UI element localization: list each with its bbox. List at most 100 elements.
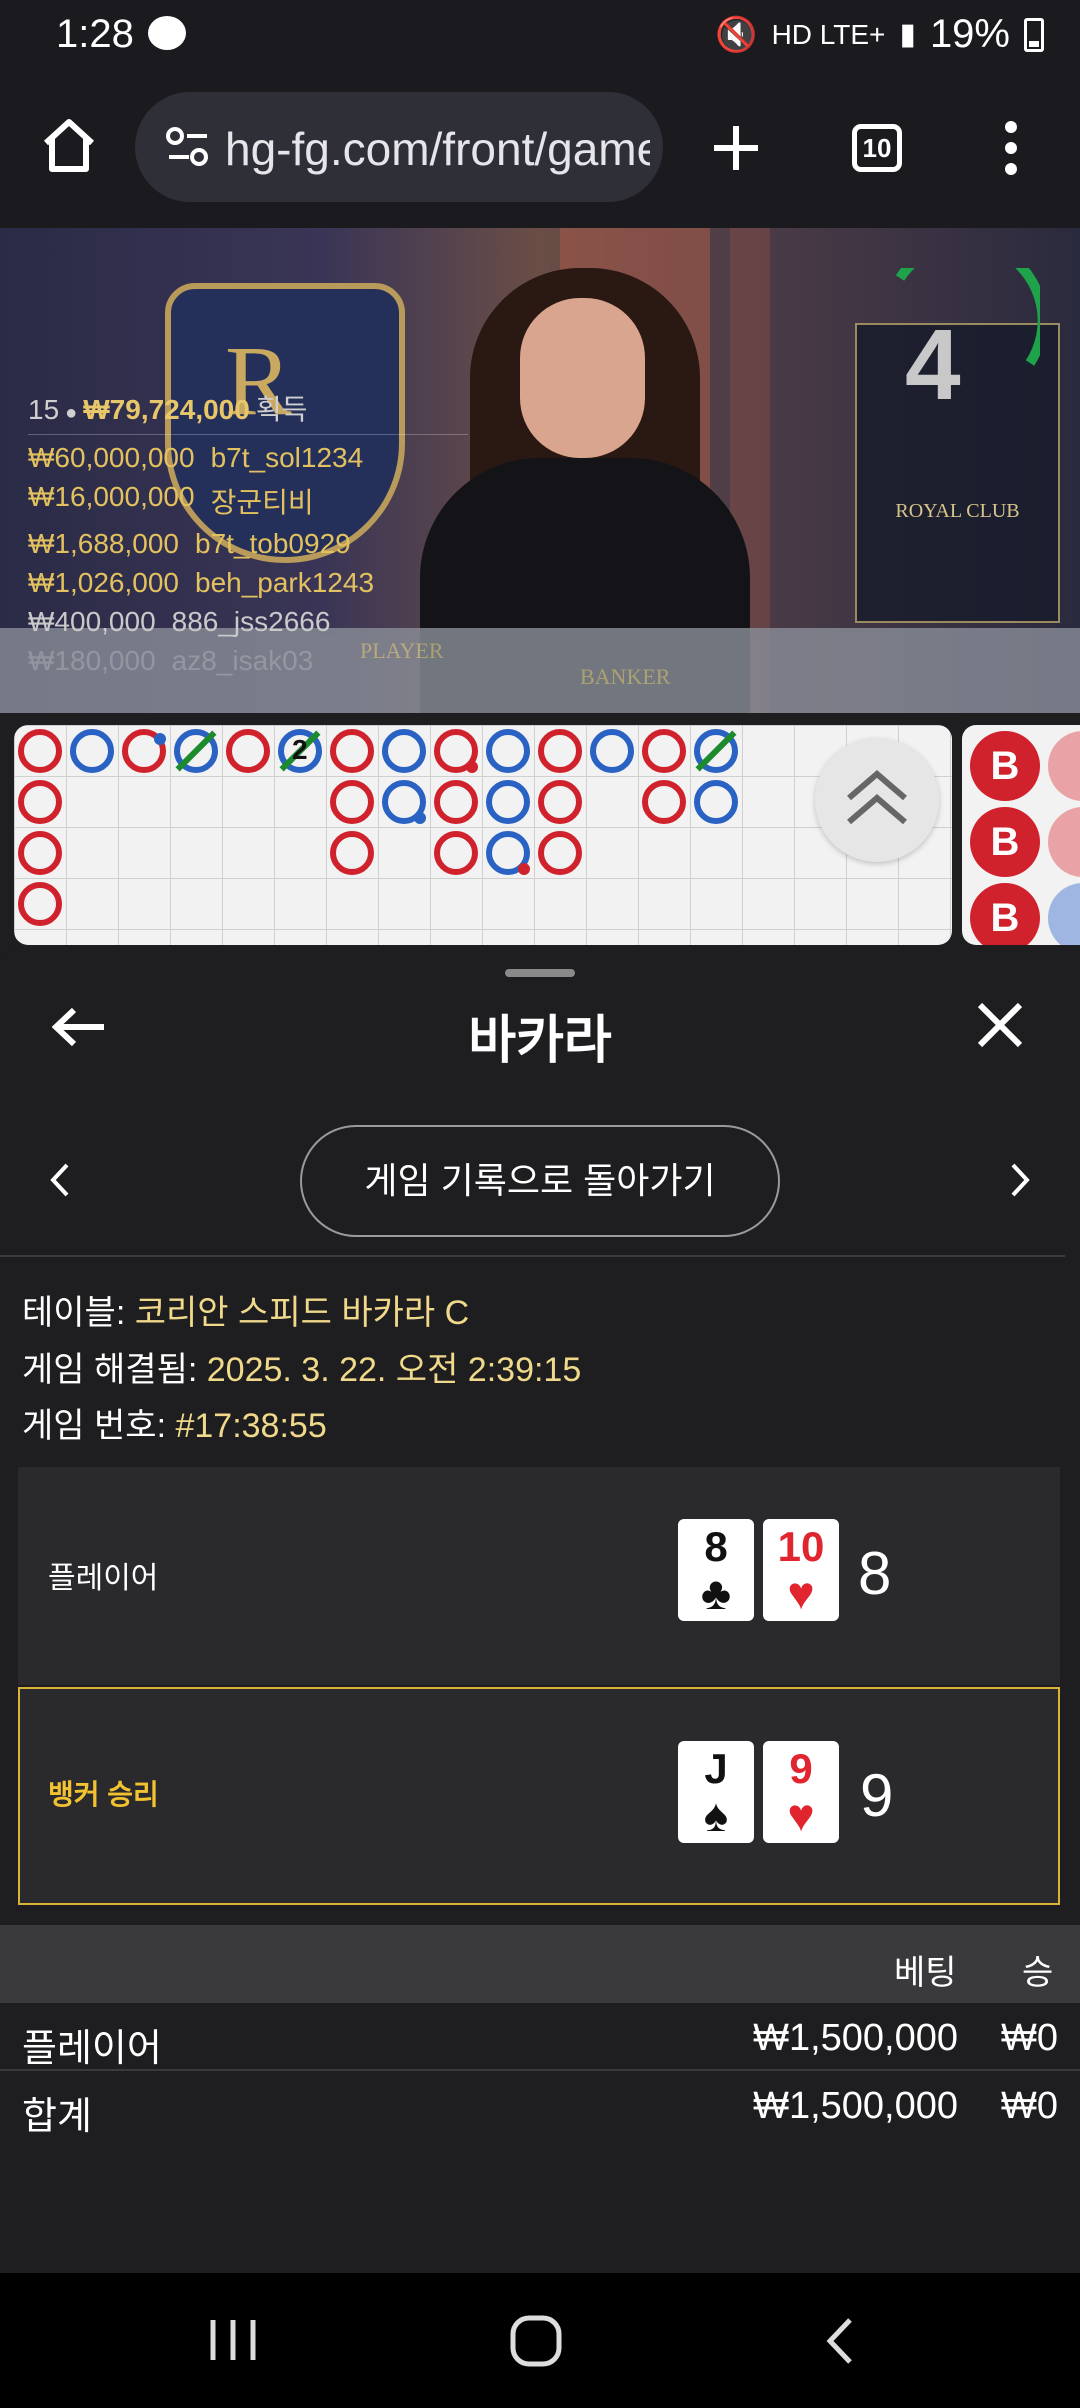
column-bet: 베팅 <box>894 1954 957 1992</box>
road-disc <box>1048 807 1080 877</box>
row-amount: ₩180,000 <box>28 645 156 676</box>
player-count: 15 <box>28 394 60 425</box>
column-win: 승 <box>1022 1954 1054 1992</box>
banker-win-label: 뱅커 승리 <box>48 1779 159 1810</box>
row-name: 886_jss2666 <box>171 606 331 637</box>
table-value: 코리안 스피드 바카라 C <box>134 1294 470 1332</box>
resolved-info: 게임 해결됨: 2025. 3. 22. 오전 2:39:15 <box>22 1342 581 1391</box>
road-marker-banker <box>538 729 582 773</box>
status-right: 🔇 HD LTE+ ▮ 19% <box>715 12 1044 57</box>
road-marker-banker <box>538 780 582 824</box>
win-amount: ₩0 <box>1001 2085 1058 2127</box>
road-marker-player <box>70 729 114 773</box>
road-marker-banker <box>330 729 374 773</box>
row-name: beh_park1243 <box>195 567 375 598</box>
scroll-up-button[interactable] <box>815 738 939 862</box>
row-name: b7t_tob0929 <box>195 528 351 559</box>
double-chevron-up-icon <box>847 770 907 825</box>
bet-amount: ₩1,500,000 <box>753 2017 958 2059</box>
banker-disc: B <box>970 883 1040 945</box>
sheet-title: 바카라 <box>468 1012 612 1070</box>
table-row-total: 합계 ₩1,500,000 ₩0 <box>0 2073 1080 2139</box>
browser-toolbar: hg-fg.com/front/game 10 <box>0 70 1080 228</box>
road-marker-banker <box>226 729 270 773</box>
heart-suit-icon: ♥ <box>787 1789 815 1841</box>
player-hand: 플레이어 8 ♣ 10 ♥ 8 <box>18 1467 1060 1685</box>
banker-hand: 뱅커 승리 J ♠ 9 ♥ 9 <box>18 1687 1060 1905</box>
game-history-sheet: 바카라 게임 기록으로 돌아가기 테이블: 코리안 스피드 바카라 C 게임 해… <box>0 945 1080 2273</box>
countdown-timer: 4 <box>905 309 961 421</box>
row-amount: ₩1,026,000 <box>28 567 179 598</box>
leaderboard-header: 15 ● ₩79,724,000 획득 <box>28 388 468 435</box>
chevron-right-icon[interactable] <box>1005 1160 1035 1200</box>
row-name: b7t_sol1234 <box>210 442 364 473</box>
royal-club-text: ROYAL CLUB <box>895 500 1020 522</box>
more-menu-icon[interactable] <box>998 118 1024 178</box>
banker-disc: B <box>970 807 1040 877</box>
banker-disc: B <box>970 731 1040 801</box>
leaderboard-row: ₩1,688,000 b7t_tob0929 <box>28 528 468 560</box>
road-marker-player <box>694 780 738 824</box>
road-marker-banker <box>18 831 62 875</box>
message-icon <box>148 16 186 50</box>
road-disc <box>1048 731 1080 801</box>
winnings-suffix: 획득 <box>255 394 308 425</box>
heart-suit-icon: ♥ <box>787 1567 815 1619</box>
sheet-handle[interactable] <box>505 969 575 977</box>
card-rank: J <box>704 1745 728 1792</box>
recent-apps-icon[interactable] <box>205 2315 261 2365</box>
road-marker-player <box>590 729 634 773</box>
chevron-left-icon[interactable] <box>45 1160 75 1200</box>
site-settings-icon[interactable] <box>165 124 211 170</box>
new-tab-icon[interactable] <box>710 122 762 174</box>
road-marker-banker <box>538 831 582 875</box>
mute-icon: 🔇 <box>715 15 758 54</box>
bead-road: 2 <box>14 725 952 945</box>
tab-switcher-button[interactable]: 10 <box>852 124 902 172</box>
banker-score: 9 <box>860 1762 894 1829</box>
road-marker-banker <box>642 780 686 824</box>
person-icon: ● <box>65 402 78 424</box>
road-marker-banker <box>642 729 686 773</box>
live-video: R PLAYER BANKER ROYAL CLUB 4 15 ● ₩79,72… <box>0 228 1080 713</box>
card-rank: 9 <box>789 1745 813 1792</box>
system-nav-bar <box>0 2273 1080 2408</box>
back-nav-icon[interactable] <box>820 2315 860 2367</box>
row-name: az8_isak03 <box>171 645 314 676</box>
leaderboard-row: ₩60,000,000 b7t_sol1234 <box>28 442 468 474</box>
table-label: 테이블: <box>22 1294 126 1332</box>
road-marker-player <box>486 729 530 773</box>
row-amount: ₩1,688,000 <box>28 528 179 559</box>
player-hand-label: 플레이어 <box>48 1562 159 1595</box>
close-icon[interactable] <box>975 1000 1025 1050</box>
win-amount: ₩0 <box>1001 2017 1058 2059</box>
dealer <box>520 298 645 458</box>
road-marker-banker <box>330 831 374 875</box>
road-marker-banker <box>434 780 478 824</box>
resolved-label: 게임 해결됨: <box>22 1351 198 1389</box>
signal-icon: ▮ <box>899 18 916 51</box>
table-info: 테이블: 코리안 스피드 바카라 C <box>22 1285 469 1334</box>
battery-percent: 19% <box>929 12 1010 56</box>
card-rank: 8 <box>704 1523 728 1570</box>
row-amount: ₩400,000 <box>28 606 156 637</box>
leaderboard-row: ₩1,026,000 beh_park1243 <box>28 567 468 599</box>
bet-amount: ₩1,500,000 <box>753 2085 958 2127</box>
playing-card: 10 ♥ <box>763 1519 839 1621</box>
road-marker-banker <box>434 831 478 875</box>
url-text: hg-fg.com/front/game <box>225 123 650 175</box>
game-number-label: 게임 번호: <box>22 1407 167 1445</box>
side-road: B B B <box>962 725 1080 945</box>
url-bar[interactable]: hg-fg.com/front/game <box>135 92 663 202</box>
history-nav: 게임 기록으로 돌아가기 <box>0 1125 1080 1237</box>
playing-card: 8 ♣ <box>678 1519 754 1621</box>
divider <box>0 1255 1065 1257</box>
bet-table-header: 베팅 승 <box>0 1925 1080 2003</box>
status-bar: 1:28 🔇 HD LTE+ ▮ 19% <box>0 0 1080 70</box>
playing-card: 9 ♥ <box>763 1741 839 1843</box>
home-nav-icon[interactable] <box>508 2313 564 2369</box>
road-marker-banker <box>18 882 62 926</box>
back-to-history-button[interactable]: 게임 기록으로 돌아가기 <box>300 1125 780 1237</box>
home-icon[interactable] <box>38 115 100 177</box>
playing-card: J ♠ <box>678 1741 754 1843</box>
